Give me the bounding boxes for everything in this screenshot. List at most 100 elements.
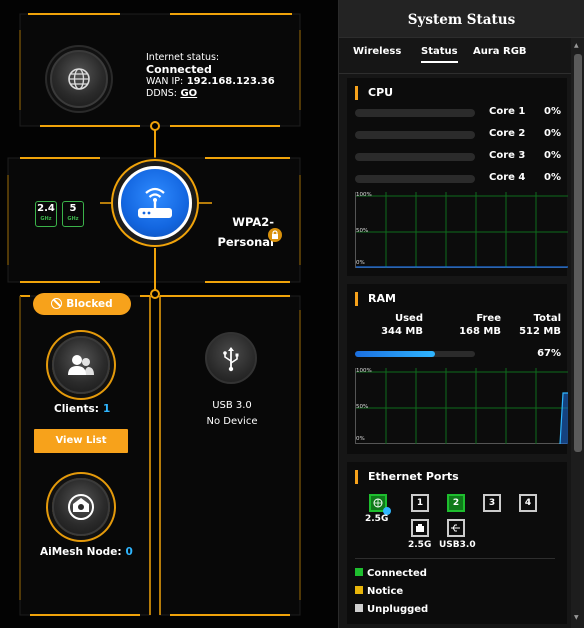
lan-port-1[interactable]: 1 bbox=[411, 494, 429, 512]
core-name: Core 4 bbox=[489, 172, 526, 183]
cpu-core-row: Core 4 0% bbox=[355, 172, 561, 186]
usb-icon[interactable] bbox=[205, 332, 257, 384]
graph-label-100: 100% bbox=[356, 192, 372, 198]
tab-aura-rgb[interactable]: Aura RGB bbox=[473, 46, 527, 57]
cpu-card: CPU Core 1 0% Core 2 0% Core 3 0% Core 4… bbox=[347, 78, 568, 276]
lan-port-3[interactable]: 3 bbox=[483, 494, 501, 512]
cpu-core-row: Core 3 0% bbox=[355, 150, 561, 164]
wan-port-label: 2.5G bbox=[365, 514, 389, 524]
clients-icon[interactable] bbox=[52, 336, 110, 394]
ram-card: RAM Used 344 MB Free 168 MB Total 512 MB… bbox=[347, 284, 568, 454]
core-usage-bar bbox=[355, 131, 475, 139]
view-list-button[interactable]: View List bbox=[34, 429, 128, 453]
core-pct: 0% bbox=[544, 128, 561, 139]
ethernet-title: Ethernet Ports bbox=[355, 470, 459, 484]
clients-count: Clients: 1 bbox=[54, 403, 110, 415]
lan-port-2[interactable]: 2 bbox=[447, 494, 465, 512]
ram-total-label: Total bbox=[533, 313, 561, 324]
aimesh-label: AiMesh Node: bbox=[40, 546, 122, 558]
core-usage-bar bbox=[355, 109, 475, 117]
panel-scrollbar[interactable]: ▲ ▼ bbox=[571, 38, 584, 628]
ram-used-value: 344 MB bbox=[381, 326, 423, 337]
wireless-security: WPA2- Personal bbox=[212, 212, 274, 252]
ram-total-value: 512 MB bbox=[519, 326, 561, 337]
ram-title: RAM bbox=[355, 292, 396, 306]
ram-usage-bar bbox=[355, 351, 475, 357]
band-24-label: 2.4 bbox=[37, 203, 55, 214]
tab-status[interactable]: Status bbox=[421, 46, 458, 63]
cpu-core-row: Core 1 0% bbox=[355, 106, 561, 120]
ram-free-label: Free bbox=[476, 313, 501, 324]
tab-wireless[interactable]: Wireless bbox=[353, 46, 401, 57]
core-name: Core 1 bbox=[489, 106, 526, 117]
wan-ip-value: 192.168.123.36 bbox=[186, 76, 275, 87]
ram-usage-graph: 100% 50% 0% bbox=[355, 368, 568, 445]
core-pct: 0% bbox=[544, 150, 561, 161]
ddns-label: DDNS: bbox=[146, 88, 177, 99]
legend-unplugged: Unplugged bbox=[355, 604, 428, 615]
core-pct: 0% bbox=[544, 172, 561, 183]
core-usage-bar bbox=[355, 153, 475, 161]
legend-notice: Notice bbox=[355, 586, 403, 597]
blocked-label: Blocked bbox=[66, 298, 113, 310]
graph-label-50: 50% bbox=[356, 228, 369, 234]
ethernet-card: Ethernet Ports 2.5G 1 2 3 4 2.5G USB3.0 bbox=[347, 462, 567, 624]
wan-ip-label: WAN IP: bbox=[146, 76, 184, 87]
ddns-go-link[interactable]: GO bbox=[180, 88, 197, 99]
clients-label: Clients: bbox=[54, 403, 99, 415]
ram-free: Free 168 MB bbox=[435, 312, 501, 338]
graph-label-50: 50% bbox=[356, 404, 369, 410]
lan-25g-port-icon[interactable] bbox=[411, 519, 429, 537]
cpu-core-row: Core 2 0% bbox=[355, 128, 561, 142]
ram-used: Used 344 MB bbox=[373, 312, 423, 338]
scroll-thumb[interactable] bbox=[574, 54, 582, 452]
aimesh-count: AiMesh Node: 0 bbox=[40, 546, 133, 558]
usb-port-label: USB3.0 bbox=[439, 540, 476, 550]
band-5ghz-icon[interactable]: 5 GHz bbox=[62, 201, 84, 227]
lan-port-4[interactable]: 4 bbox=[519, 494, 537, 512]
graph-label-0: 0% bbox=[356, 260, 365, 266]
aimesh-icon[interactable] bbox=[52, 478, 110, 536]
wan-port-icon[interactable] bbox=[369, 494, 391, 515]
lan-25g-label: 2.5G bbox=[408, 540, 432, 550]
scroll-down-icon[interactable]: ▼ bbox=[574, 614, 579, 621]
internet-status-value: Connected bbox=[146, 63, 212, 76]
graph-label-0: 0% bbox=[356, 436, 365, 442]
ram-used-label: Used bbox=[394, 313, 423, 324]
legend-unplugged-label: Unplugged bbox=[367, 604, 429, 615]
usb-name: USB 3.0 bbox=[212, 400, 252, 411]
tab-divider bbox=[339, 73, 571, 74]
core-usage-bar bbox=[355, 175, 475, 183]
blocked-button[interactable]: Blocked bbox=[33, 293, 131, 315]
band-5-unit: GHz bbox=[67, 216, 79, 222]
band-24-unit: GHz bbox=[40, 216, 52, 222]
lock-icon bbox=[268, 228, 282, 242]
unplugged-swatch bbox=[355, 604, 363, 612]
ram-total: Total 512 MB bbox=[505, 312, 561, 338]
ram-usage-pct: 67% bbox=[537, 348, 561, 359]
notice-swatch bbox=[355, 586, 363, 594]
clients-count-value: 1 bbox=[102, 403, 111, 415]
usb-status: USB 3.0 No Device bbox=[186, 398, 278, 430]
cpu-graph-grid bbox=[356, 192, 568, 268]
band-24ghz-icon[interactable]: 2.4 GHz bbox=[35, 201, 57, 227]
panel-title: System Status bbox=[339, 0, 584, 38]
router-icon[interactable] bbox=[118, 166, 192, 240]
legend-divider bbox=[355, 558, 555, 559]
block-icon bbox=[51, 298, 63, 309]
core-name: Core 3 bbox=[489, 150, 526, 161]
core-name: Core 2 bbox=[489, 128, 526, 139]
legend-connected: Connected bbox=[355, 568, 427, 579]
cpu-usage-graph: 100% 50% 0% bbox=[355, 192, 568, 268]
legend-connected-label: Connected bbox=[367, 568, 427, 579]
system-status-panel: System Status Wireless Status Aura RGB ▲… bbox=[338, 0, 584, 628]
network-map: Internet status: Connected WAN IP: 192.1… bbox=[0, 0, 338, 628]
cpu-title: CPU bbox=[355, 86, 393, 100]
aimesh-count-value: 0 bbox=[125, 546, 133, 558]
core-pct: 0% bbox=[544, 106, 561, 117]
graph-label-100: 100% bbox=[356, 368, 372, 374]
globe-icon[interactable] bbox=[50, 50, 108, 108]
legend-notice-label: Notice bbox=[367, 586, 404, 597]
usb-port-icon[interactable] bbox=[447, 519, 465, 537]
scroll-up-icon[interactable]: ▲ bbox=[574, 42, 579, 49]
